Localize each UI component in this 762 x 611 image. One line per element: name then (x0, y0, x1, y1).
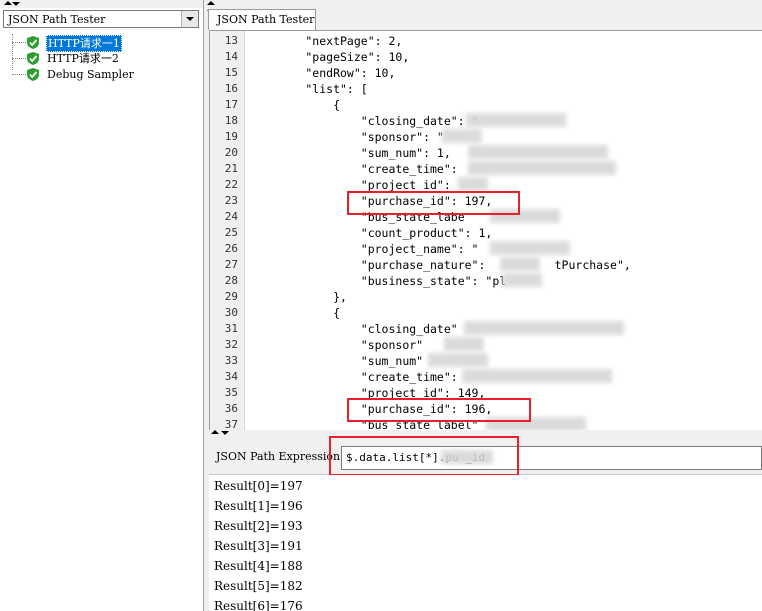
line-number-gutter: 13 14 15 16 17 18 19 20 21 22 23 24 25 26 27 28 29 30 31 32… (210, 31, 245, 430)
redacted-value (464, 321, 624, 335)
expression-row: JSON Path Expression $.data.list[*].pu _… (209, 436, 762, 476)
line-number: 31 (224, 322, 238, 335)
line-number: 20 (224, 146, 238, 159)
redacted-value (462, 369, 612, 383)
line-number: 26 (224, 242, 238, 255)
line-number: 16 (224, 82, 238, 95)
tab-strip: JSON Path Tester (205, 0, 762, 30)
line-number: 35 (224, 386, 238, 399)
line-number: 24 (224, 210, 238, 223)
expression-label: JSON Path Expression (216, 450, 341, 463)
line-number: 27 (224, 258, 238, 271)
success-shield-icon (27, 36, 39, 49)
tree-branch (12, 74, 26, 75)
redacted-value (444, 337, 484, 351)
redacted-value (468, 145, 608, 159)
code-line: { (250, 306, 341, 320)
code-line: "project_name": " (250, 242, 479, 256)
response-body-viewer[interactable]: 13 14 15 16 17 18 19 20 21 22 23 24 25 26 27 28 29 30 31 32… (209, 30, 762, 430)
code-line: "endRow": 10, (250, 66, 396, 80)
collapse-up-icon[interactable] (211, 430, 219, 434)
dropdown-button[interactable] (181, 11, 198, 27)
code-line: "count_product": 1, (250, 226, 493, 240)
line-number: 22 (224, 178, 238, 191)
line-number: 36 (224, 402, 238, 415)
view-selector-value: JSON Path Tester (8, 13, 106, 26)
result-line: Result[4]=188 (214, 559, 303, 573)
tree-item-http-2[interactable]: HTTP请求一2 (12, 51, 202, 67)
redacted-value (428, 353, 488, 367)
line-number: 25 (224, 226, 238, 239)
sampler-tree-panel: JSON Path Tester HTTP请求一1 HTTP请求一2 Debug… (0, 0, 204, 611)
redacted-value (490, 241, 570, 255)
highlight-box (347, 191, 520, 215)
left-top-strip (0, 0, 203, 8)
code-line: "create_time": (250, 370, 458, 384)
line-number: 14 (224, 50, 238, 63)
collapse-down-icon[interactable] (221, 431, 229, 435)
collapse-up-icon[interactable] (4, 1, 12, 5)
result-line: Result[2]=193 (214, 519, 303, 533)
tree-item-label: HTTP请求一1 (46, 35, 122, 52)
tree-item-label: Debug Sampler (47, 68, 134, 81)
code-line: "nextPage": 2, (250, 34, 403, 48)
code-line: "closing_date" (250, 322, 458, 336)
result-line: Result[3]=191 (214, 539, 303, 553)
redacted-value (468, 161, 616, 175)
code-line: "closing_date": " (250, 114, 479, 128)
line-number: 37 (224, 418, 238, 430)
code-line: "sum_num" (250, 354, 424, 368)
tab-label: JSON Path Tester (217, 13, 315, 26)
redacted-value (458, 177, 488, 191)
redacted-value (500, 257, 540, 271)
view-selector[interactable]: JSON Path Tester (3, 10, 199, 28)
result-panel: JSON Path Tester 13 14 15 16 17 18 19 20 21 22 23 2… (205, 0, 762, 611)
code-line: "create_time": (250, 162, 458, 176)
highlight-box (347, 398, 531, 422)
line-number: 17 (224, 98, 238, 111)
line-number: 29 (224, 290, 238, 303)
code-line: "purchase_nature": tPurchase", (250, 258, 631, 272)
line-number: 30 (224, 306, 238, 319)
code-line: }, (250, 290, 347, 304)
result-line: Result[5]=182 (214, 579, 303, 593)
result-line: Result[0]=197 (214, 479, 303, 493)
line-number: 28 (224, 274, 238, 287)
line-number: 33 (224, 354, 238, 367)
code-line: "sponsor": " (250, 130, 444, 144)
collapse-up-icon[interactable] (207, 1, 215, 5)
redacted-value (442, 129, 482, 143)
success-shield-icon (27, 52, 39, 65)
expression-results[interactable]: Result[0]=197 Result[1]=196 Result[2]=193 R… (209, 475, 762, 611)
line-number: 18 (224, 114, 238, 127)
line-number: 23 (224, 194, 238, 207)
line-number: 21 (224, 162, 238, 175)
code-line: "pageSize": 10, (250, 50, 410, 64)
success-shield-icon (27, 68, 39, 81)
code-line: { (250, 98, 341, 112)
code-line: "business_state": "pl (250, 274, 507, 288)
redacted-value (502, 273, 542, 287)
highlight-box (329, 436, 519, 476)
code-line: "sponsor" (250, 338, 424, 352)
collapse-down-icon[interactable] (12, 2, 20, 6)
line-number: 15 (224, 66, 238, 79)
tree-branch (12, 58, 26, 59)
line-number: 19 (224, 130, 238, 143)
tree-branch (12, 42, 26, 43)
redacted-value (466, 113, 566, 127)
result-line: Result[6]=176 (214, 599, 303, 611)
result-line: Result[1]=196 (214, 499, 303, 513)
code-line: "list": [ (250, 82, 368, 96)
tree-item-debug-sampler[interactable]: Debug Sampler (12, 67, 202, 83)
tree-item-http-1[interactable]: HTTP请求一1 (12, 35, 202, 52)
tree-item-label: HTTP请求一2 (47, 52, 119, 65)
code-line: "sum_num": 1, (250, 146, 451, 160)
line-number: 13 (224, 34, 238, 47)
line-number: 32 (224, 338, 238, 351)
chevron-down-icon (186, 17, 194, 21)
line-number: 34 (224, 370, 238, 383)
tab-json-path-tester[interactable]: JSON Path Tester (208, 9, 316, 30)
